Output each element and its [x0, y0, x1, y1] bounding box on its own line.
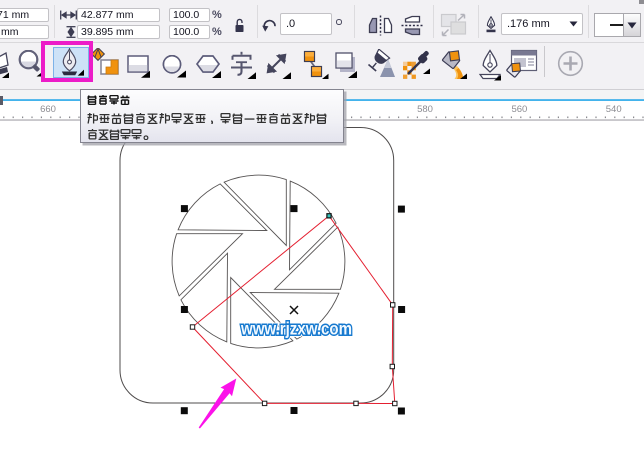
svg-text:www.rjzxw.com: www.rjzxw.com — [240, 319, 352, 339]
